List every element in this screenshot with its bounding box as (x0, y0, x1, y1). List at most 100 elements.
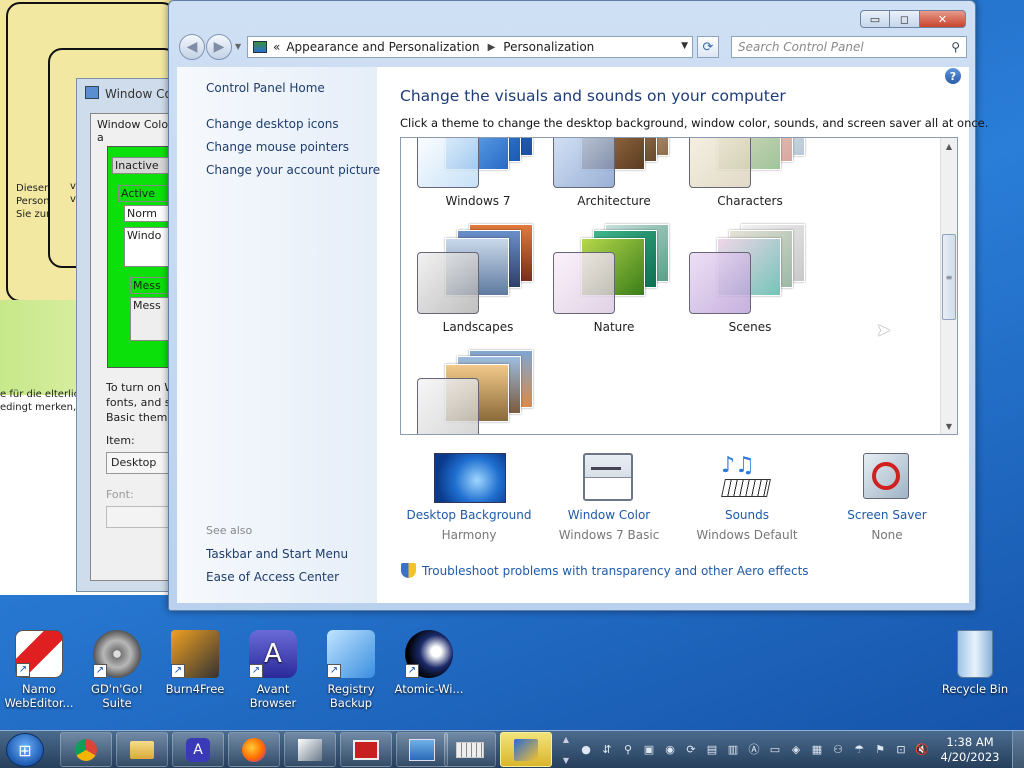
refresh-button[interactable]: ⟳ (697, 36, 719, 58)
theme-name: Architecture (577, 194, 651, 208)
desktop-icon-registry-backup[interactable]: ↗ Registry Backup (313, 630, 389, 710)
taskbar: ⊞ A ▲ ▼ ● ⇵ ⚲ ▣ ◉ ⟳ ▤ ▥ Ⓐ ▭ ◈ ▦ ⚇ ☂ ⚑ ⊡ 🔇… (0, 730, 1024, 768)
desktop-icon-namo[interactable]: ↗ Namo WebEditor... (1, 630, 77, 710)
taskbar-scroll[interactable]: ▲ ▼ (560, 735, 572, 765)
tray-umbrella-icon[interactable]: ☂ (851, 741, 867, 757)
theme-nature[interactable]: Nature (553, 224, 675, 342)
tray-security-icon[interactable]: ● (578, 741, 594, 757)
scroll-down-icon[interactable]: ▼ (941, 418, 957, 434)
change-account-picture-link[interactable]: Change your account picture (206, 163, 380, 177)
tray-network-icon[interactable]: ⇵ (599, 741, 615, 757)
taskbar-action-center[interactable] (500, 732, 552, 767)
troubleshoot-aero-label[interactable]: Troubleshoot problems with transparency … (422, 564, 809, 578)
taskbar-firefox[interactable] (228, 732, 280, 767)
theme-color-swatch (689, 252, 751, 314)
tray-dropbox-icon[interactable]: ◈ (788, 741, 804, 757)
breadcrumb-personalization[interactable]: Personalization (503, 40, 594, 54)
theme-list-scrollbar[interactable]: ▲ ≡ ▼ (940, 138, 957, 434)
help-icon[interactable]: ? (945, 68, 961, 84)
navigation-bar: ◀ ▶ ▼ « Appearance and Personalization ▶… (179, 34, 967, 60)
desktop-icon-label: GD'n'Go! Suite (91, 682, 143, 710)
screen-saver-label[interactable]: Screen Saver (817, 508, 957, 522)
tray-people-icon[interactable]: ⚇ (830, 741, 846, 757)
window-color-dialog: Window Co Window Color a Inactive Active… (76, 78, 184, 592)
desktop-icon-avant[interactable]: A ↗ Avant Browser (235, 630, 311, 710)
window-color-icon-body (585, 477, 631, 499)
taskbar-avant[interactable]: A (172, 732, 224, 767)
theme-architecture[interactable]: Architecture (553, 138, 675, 216)
taskbar-explorer[interactable] (116, 732, 168, 767)
taskbar-scroll-down-icon[interactable]: ▼ (563, 756, 569, 765)
forward-arrow-icon: ▶ (213, 39, 225, 55)
start-button[interactable]: ⊞ (6, 733, 44, 767)
theme-scenes[interactable]: Scenes (689, 224, 811, 342)
taskbar-chrome[interactable] (60, 732, 112, 767)
taskbar-keyboard-app[interactable] (444, 732, 496, 767)
scroll-thumb[interactable]: ≡ (942, 234, 956, 320)
theme-landscapes[interactable]: Landscapes (417, 224, 539, 342)
scroll-up-icon[interactable]: ▲ (941, 138, 957, 154)
tray-grid-icon[interactable]: ▦ (809, 741, 825, 757)
tray-display-icon[interactable]: ▣ (641, 741, 657, 757)
window-color-tile[interactable]: Window Color Windows 7 Basic (539, 453, 679, 553)
sounds-tile[interactable]: ♪♫ Sounds Windows Default (677, 453, 817, 553)
window-color-title: Window Co (105, 87, 172, 101)
tray-refresh-icon[interactable]: ⟳ (683, 741, 699, 757)
desktop-icon-gdngo[interactable]: ↗ GD'n'Go! Suite (79, 630, 155, 710)
tray-network-status-icon[interactable]: ⊡ (893, 741, 909, 757)
show-desktop-button[interactable] (1012, 731, 1024, 768)
troubleshoot-aero-link[interactable]: Troubleshoot problems with transparency … (401, 563, 809, 578)
breadcrumb-prefix[interactable]: « (273, 40, 280, 54)
desktop-background-label[interactable]: Desktop Background (399, 508, 539, 522)
tray-flag-icon[interactable]: ⚑ (872, 741, 888, 757)
tray-avant-icon[interactable]: Ⓐ (746, 741, 762, 757)
breadcrumb-appearance[interactable]: Appearance and Personalization (286, 40, 479, 54)
tray-monitor-icon[interactable]: ▭ (767, 741, 783, 757)
taskbar-scroll-up-icon[interactable]: ▲ (563, 735, 569, 744)
desktop-icon-burn4free[interactable]: ↗ Burn4Free (157, 630, 233, 696)
sounds-icon: ♪♫ (721, 453, 773, 503)
taskbar-start-menu-link[interactable]: Taskbar and Start Menu (206, 547, 348, 561)
maximize-button[interactable]: ◻ (890, 10, 920, 28)
taskbar-app-monitor[interactable] (340, 732, 392, 767)
theme-list[interactable]: Windows 7 Architecture Characters Landsc… (400, 137, 958, 435)
shortcut-arrow-icon: ↗ (93, 664, 107, 678)
tray-volume-muted-icon[interactable]: 🔇 (914, 741, 930, 757)
change-desktop-icons-link[interactable]: Change desktop icons (206, 117, 339, 131)
system-clock[interactable]: 1:38 AM 4/20/2023 (938, 735, 1002, 765)
screen-saver-tile[interactable]: Screen Saver None (817, 453, 957, 553)
window-color-icon (583, 453, 633, 501)
sounds-label[interactable]: Sounds (677, 508, 817, 522)
desktop-background-tile[interactable]: Desktop Background Harmony (399, 453, 539, 553)
recent-pages-dropdown-icon[interactable]: ▼ (235, 42, 241, 51)
breadcrumb-separator-icon[interactable]: ▶ (488, 42, 496, 53)
theme-windows-7[interactable]: Windows 7 (417, 138, 539, 216)
close-button[interactable]: ✕ (920, 10, 966, 28)
mouse-cursor-icon: ➤ (876, 320, 892, 341)
ease-of-access-link[interactable]: Ease of Access Center (206, 570, 339, 584)
desktop-icon-label: Atomic-Wi... (394, 682, 464, 696)
shortcut-arrow-icon: ↗ (327, 664, 341, 678)
address-dropdown-icon[interactable]: ▼ (681, 41, 688, 51)
forward-button[interactable]: ▶ (206, 34, 232, 60)
tray-drive-icon[interactable]: ▥ (725, 741, 741, 757)
desktop-icon-recycle-bin[interactable]: Recycle Bin (937, 630, 1013, 696)
theme-characters[interactable]: Characters (689, 138, 811, 216)
address-bar[interactable]: « Appearance and Personalization ▶ Perso… (247, 36, 693, 58)
change-mouse-pointers-link[interactable]: Change mouse pointers (206, 140, 349, 154)
taskbar-control-panel[interactable] (396, 732, 448, 767)
tray-save-icon[interactable]: ▤ (704, 741, 720, 757)
desktop-icon-atomic[interactable]: ↗ Atomic-Wi... (391, 630, 467, 696)
back-button[interactable]: ◀ (179, 34, 205, 60)
piano-keys-icon (721, 479, 771, 497)
taskbar-app-mountain[interactable] (284, 732, 336, 767)
theme-item[interactable] (417, 350, 539, 434)
burn4free-icon: ↗ (171, 630, 219, 678)
tray-update-icon[interactable]: ◉ (662, 741, 678, 757)
minimize-button[interactable]: ▭ (860, 10, 890, 28)
search-icon[interactable]: ⚲ (951, 40, 960, 54)
window-color-label[interactable]: Window Color (539, 508, 679, 522)
tray-search-icon[interactable]: ⚲ (620, 741, 636, 757)
search-input[interactable]: Search Control Panel ⚲ (731, 36, 967, 58)
control-panel-home-link[interactable]: Control Panel Home (206, 81, 325, 95)
